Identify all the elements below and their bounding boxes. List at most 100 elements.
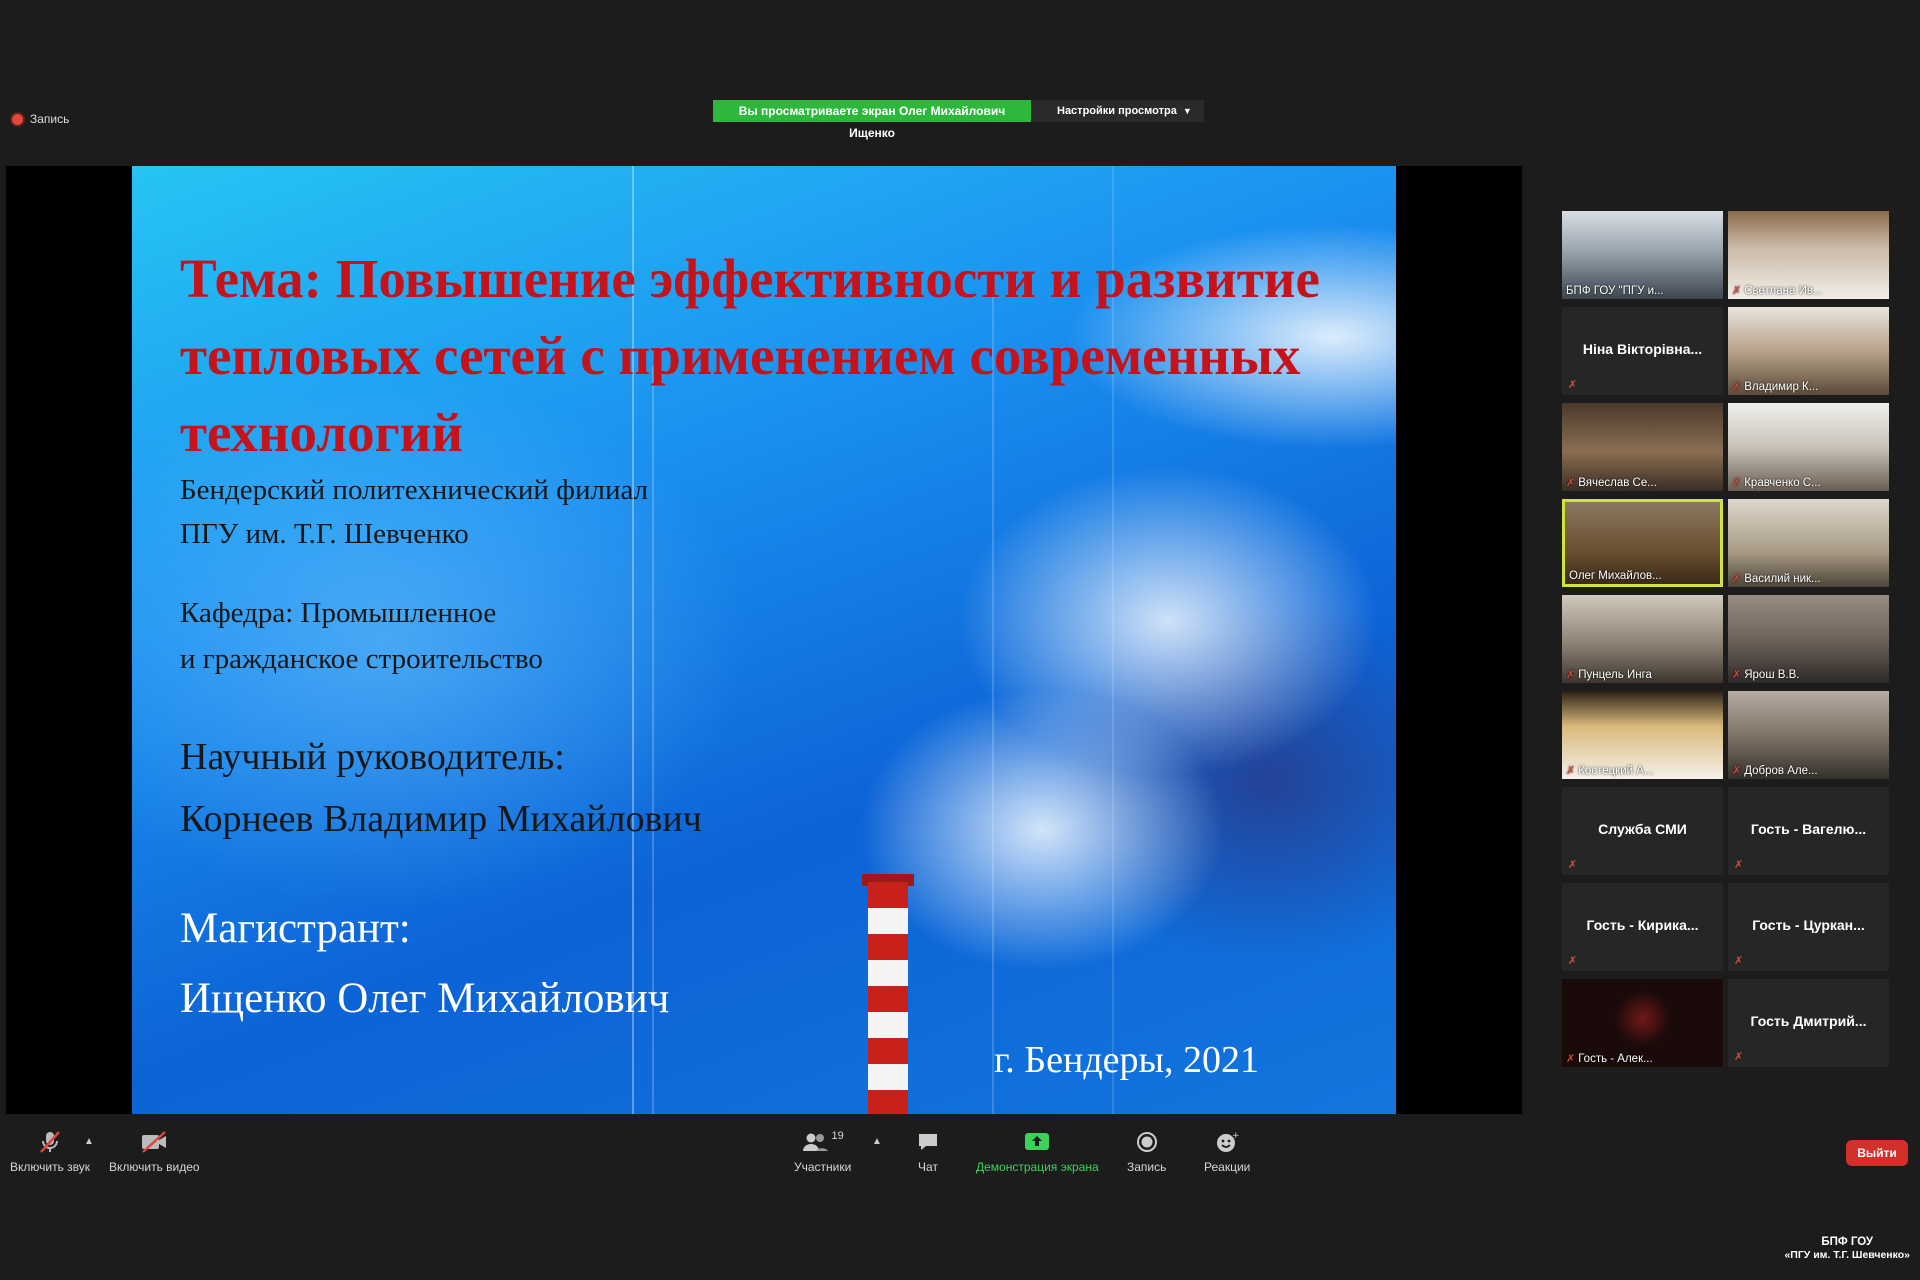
slide-department: Кафедра: Промышленное и гражданское стро…: [180, 590, 543, 682]
participant-tile[interactable]: Олег Михайлов...: [1562, 499, 1723, 587]
participant-name-label: ✗ Василий ник...: [1732, 572, 1821, 586]
participant-tile[interactable]: БПФ ГОУ "ПГУ и...: [1562, 211, 1723, 299]
svg-text:+: +: [1232, 1131, 1239, 1141]
supervisor-label: Научный руководитель:: [180, 736, 565, 778]
participant-name: Кравченко С...: [1744, 476, 1821, 489]
video-off-icon: [140, 1130, 168, 1154]
chevron-down-icon: ▼: [1182, 106, 1192, 116]
share-screen-icon: [1024, 1130, 1050, 1154]
participant-name: Гость Дмитрий...: [1750, 1013, 1867, 1029]
participant-tile[interactable]: ✗ Гость - Алек...: [1562, 979, 1723, 1067]
participant-name: Пунцель Инга: [1578, 668, 1652, 681]
participant-name-label: ✗ Вячеслав Се...: [1566, 476, 1657, 490]
record-button[interactable]: Запись: [1127, 1130, 1166, 1174]
dept-line-2: и гражданское строительство: [180, 643, 543, 675]
mic-muted-icon: [39, 1130, 61, 1154]
mic-muted-icon: ✗: [1566, 477, 1576, 489]
record-dot-icon: [12, 113, 23, 125]
view-options-button[interactable]: Настройки просмотра ▼: [1031, 100, 1204, 122]
chat-icon: [917, 1130, 939, 1154]
mic-muted-icon: ✗: [1732, 285, 1742, 297]
participant-name-label: ✗ Костецкий А...: [1566, 764, 1654, 778]
mic-muted-icon: ✗: [1566, 669, 1576, 681]
participants-options-caret[interactable]: ▲: [872, 1136, 882, 1147]
participant-name: Костецкий А...: [1578, 764, 1654, 777]
slide-branch: Бендерский политехнический филиал ПГУ им…: [180, 468, 648, 556]
chat-button[interactable]: Чат: [917, 1130, 939, 1174]
participants-button[interactable]: 19 Участники: [794, 1130, 851, 1174]
record-label: Запись: [1127, 1160, 1167, 1174]
leave-button[interactable]: Выйти: [1846, 1140, 1908, 1166]
participant-tile[interactable]: ✗ Вячеслав Се...: [1562, 403, 1723, 491]
mic-muted-icon: ✗: [1734, 859, 1744, 871]
participant-name-label: ✗ Гость - Алек...: [1566, 1052, 1653, 1066]
recording-label: Запись: [30, 112, 70, 126]
participant-name: Гость - Кирика...: [1586, 917, 1699, 933]
participant-tile[interactable]: ✗ Владимир К...: [1728, 307, 1889, 395]
audio-options-caret[interactable]: ▲: [84, 1136, 94, 1147]
mic-muted-icon: ✗: [1734, 955, 1744, 967]
participant-name: Вячеслав Се...: [1578, 476, 1657, 489]
participant-name: Олег Михайлов...: [1569, 570, 1662, 582]
participant-name: Василий ник...: [1744, 572, 1821, 585]
participant-name: Гость - Вагелю...: [1750, 821, 1867, 837]
record-icon: [1136, 1130, 1158, 1154]
participant-tile[interactable]: Служба СМИ ✗: [1562, 787, 1723, 875]
presentation-slide: Тема: Повышение эффективности и развитие…: [132, 166, 1396, 1114]
slide-supervisor: Научный руководитель: Корнеев Владимир М…: [180, 726, 702, 850]
unmute-button[interactable]: Включить звук: [10, 1130, 90, 1174]
branch-line-2: ПГУ им. Т.Г. Шевченко: [180, 518, 469, 550]
participant-name: Ярош В.В.: [1744, 668, 1800, 681]
participant-name-label: ✗ Владимир К...: [1732, 380, 1819, 394]
start-video-button[interactable]: Включить видео: [109, 1130, 200, 1174]
participant-tile[interactable]: ✗ Добров Але...: [1728, 691, 1889, 779]
participant-tile[interactable]: ✗ Светлана Ив...: [1728, 211, 1889, 299]
recording-indicator[interactable]: Запись: [12, 112, 69, 126]
participant-name-label: ✗ Светлана Ив...: [1732, 284, 1823, 298]
dept-line-1: Кафедра: Промышленное: [180, 597, 497, 629]
author-label: Магистрант:: [180, 905, 411, 952]
participant-tile[interactable]: Гость Дмитрий... ✗: [1728, 979, 1889, 1067]
participant-tile[interactable]: Гость - Вагелю... ✗: [1728, 787, 1889, 875]
participant-tile[interactable]: ✗ Пунцель Инга: [1562, 595, 1723, 683]
participant-tile[interactable]: Ніна Вікторівна... ✗: [1562, 307, 1723, 395]
participant-tile[interactable]: Гость - Кирика... ✗: [1562, 883, 1723, 971]
unmute-label: Включить звук: [10, 1160, 91, 1174]
mic-muted-icon: ✗: [1732, 573, 1742, 585]
participant-name: Добров Але...: [1744, 764, 1818, 777]
participant-name-label: ✗ Кравченко С...: [1732, 476, 1821, 490]
participant-tile[interactable]: ✗ Костецкий А...: [1562, 691, 1723, 779]
shared-screen: Тема: Повышение эффективности и развитие…: [6, 166, 1522, 1114]
start-video-label: Включить видео: [109, 1160, 200, 1174]
participants-icon: 19: [802, 1130, 844, 1154]
participant-tile[interactable]: Гость - Цуркан... ✗: [1728, 883, 1889, 971]
slide-author: Магистрант: Ищенко Олег Михайлович: [180, 894, 669, 1034]
watermark-line-2: «ПГУ им. Т.Г. Шевченко»: [1784, 1249, 1910, 1261]
mic-muted-icon: ✗: [1566, 1053, 1576, 1065]
participant-tile[interactable]: ✗ Василий ник...: [1728, 499, 1889, 587]
participant-name-label: ✗ Добров Але...: [1732, 764, 1818, 778]
participant-name: Светлана Ив...: [1744, 284, 1823, 297]
share-screen-label: Демонстрация экрана: [976, 1160, 1099, 1174]
share-screen-button[interactable]: Демонстрация экрана: [976, 1130, 1099, 1174]
mic-muted-icon: ✗: [1568, 379, 1578, 391]
mic-muted-icon: ✗: [1732, 477, 1742, 489]
participant-tile[interactable]: ✗ Кравченко С...: [1728, 403, 1889, 491]
participant-name-label: ✗ Ярош В.В.: [1732, 668, 1800, 682]
participant-name: БПФ ГОУ "ПГУ и...: [1566, 285, 1664, 297]
watermark-line-1: БПФ ГОУ: [1821, 1236, 1874, 1248]
mic-muted-icon: ✗: [1734, 1051, 1744, 1063]
participants-count: 19: [831, 1130, 844, 1142]
mic-muted-icon: ✗: [1568, 955, 1578, 967]
participant-name: Ніна Вікторівна...: [1582, 341, 1703, 357]
participant-name-label: Олег Михайлов...: [1569, 570, 1662, 582]
participant-tile[interactable]: ✗ Ярош В.В.: [1728, 595, 1889, 683]
mic-muted-icon: ✗: [1566, 765, 1576, 777]
share-banner-text: Вы просматриваете экран Олег Михайлович …: [713, 100, 1031, 140]
chat-label: Чат: [918, 1160, 938, 1174]
mic-muted-icon: ✗: [1732, 765, 1742, 777]
share-banner: Вы просматриваете экран Олег Михайлович …: [713, 100, 1204, 140]
mic-muted-icon: ✗: [1732, 381, 1742, 393]
reactions-button[interactable]: + Реакции: [1204, 1130, 1250, 1174]
participant-name: Владимир К...: [1744, 380, 1819, 393]
